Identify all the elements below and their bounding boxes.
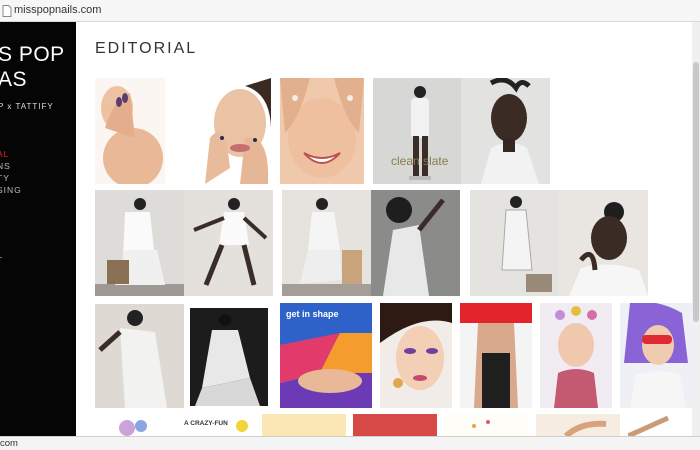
nav-item-editorial[interactable]: AL: [0, 148, 22, 160]
sidebar-nav-secondary: T: [0, 254, 3, 266]
gallery-photo-14[interactable]: get in shape: [280, 303, 372, 408]
gallery-photo-8[interactable]: [282, 190, 371, 296]
nav-item-4[interactable]: SING: [0, 184, 22, 196]
gallery-photo-25[interactable]: [628, 414, 692, 436]
sidebar-nav: AL NS TY SING: [0, 148, 22, 196]
page-scrollbar[interactable]: [692, 22, 700, 436]
status-url: com: [0, 438, 18, 449]
scrollbar-thumb[interactable]: [693, 62, 699, 322]
brand-line-2: AS: [0, 68, 28, 91]
gallery-photo-17[interactable]: [540, 303, 612, 408]
address-bar[interactable]: misspopnails.com: [0, 0, 700, 22]
gallery-photo-3[interactable]: [280, 78, 364, 184]
gallery-photo-24[interactable]: [536, 414, 620, 436]
gallery-photo-18[interactable]: [620, 303, 692, 408]
gallery-photo-2[interactable]: [200, 78, 271, 184]
caption-clean-slate: clean slate: [391, 154, 449, 168]
gallery-photo-9[interactable]: [371, 190, 460, 296]
gallery-photo-15[interactable]: [380, 303, 452, 408]
gallery-photo-19[interactable]: [95, 414, 170, 436]
sidebar: S POP AS P x TATTIFY AL NS TY SING T: [0, 22, 76, 436]
nav-item-3[interactable]: TY: [0, 172, 22, 184]
nav-item-6[interactable]: T: [0, 254, 3, 266]
gallery-photo-16[interactable]: [460, 303, 532, 408]
gallery-photo-5[interactable]: [461, 78, 550, 184]
page-title: EDITORIAL: [95, 40, 198, 57]
gallery-photo-11[interactable]: [559, 190, 648, 296]
brand-line-1: S POP: [0, 43, 65, 66]
status-bar: com: [0, 436, 700, 450]
nav-item-2[interactable]: NS: [0, 160, 22, 172]
gallery-photo-10[interactable]: [470, 190, 559, 296]
gallery-photo-4[interactable]: clean slate: [373, 78, 461, 184]
gallery-photo-1[interactable]: [95, 78, 165, 184]
page-icon: [2, 5, 12, 17]
gallery-photo-7[interactable]: [184, 190, 273, 296]
gallery-photo-21[interactable]: [262, 414, 346, 436]
gallery-photo-12[interactable]: [95, 304, 184, 408]
brand-logo[interactable]: S POP AS: [0, 42, 65, 92]
gallery-photo-23[interactable]: [444, 414, 528, 436]
gallery-photo-13[interactable]: [190, 308, 268, 406]
gallery-photo-6[interactable]: [95, 190, 184, 296]
caption-crazy-fun: A CRAZY-FUN: [184, 420, 228, 427]
gallery-photo-20[interactable]: A CRAZY-FUN: [178, 414, 256, 436]
url-text: misspopnails.com: [14, 4, 102, 16]
brand-tagline: P x TATTIFY: [0, 102, 54, 111]
caption-get-in-shape: get in shape: [286, 309, 339, 319]
gallery-photo-22[interactable]: [353, 414, 437, 436]
